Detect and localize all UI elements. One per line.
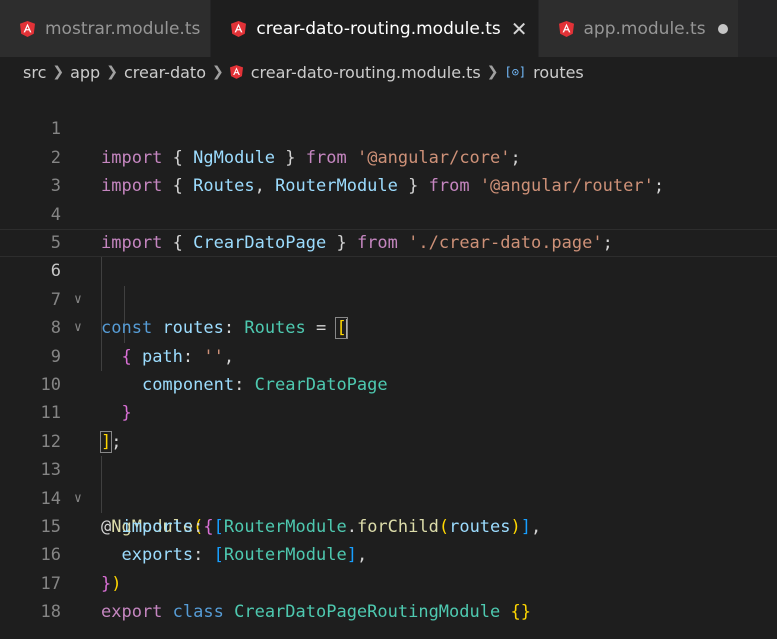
code-line: 2 import { Routes, RouterModule } from '…: [0, 115, 777, 196]
code-line: 14 imports: [RouterModule.forChild(route…: [0, 456, 777, 537]
breadcrumb-item-routes[interactable]: routes: [533, 63, 584, 82]
code-line: 9 component: CrearDatoPage: [0, 314, 777, 395]
code-line: 1 import { NgModule } from '@angular/cor…: [0, 87, 777, 167]
editor-tab-bar: mostrar.module.ts crear-dato-routing.mod…: [0, 0, 777, 57]
code-text: export class CrearDatoPageRoutingModule …: [101, 602, 531, 623]
code-line: 3: [0, 144, 777, 196]
code-line: 12: [0, 399, 777, 452]
code-line: 7 ∨ {: [0, 257, 777, 367]
tab-app-module[interactable]: app.module.ts: [538, 0, 739, 57]
code-line-current: 6 ∨ const routes: Routes = [: [0, 229, 777, 340]
code-line: 11 ];: [0, 371, 777, 453]
angular-icon: [231, 20, 247, 37]
code-editor[interactable]: 1 import { NgModule } from '@angular/cor…: [0, 87, 777, 639]
tab-label: mostrar.module.ts: [45, 18, 201, 39]
tab-mostrar-module[interactable]: mostrar.module.ts: [0, 0, 212, 57]
breadcrumb-item-crear-dato[interactable]: crear-dato: [124, 63, 206, 82]
code-line: 4 import { CrearDatoPage } from './crear…: [0, 172, 777, 253]
line-number: 18: [40, 602, 61, 623]
code-line: 10 }: [0, 343, 777, 423]
breadcrumb-item-app[interactable]: app: [70, 63, 100, 82]
breadcrumb-item-src[interactable]: src: [23, 63, 46, 82]
code-line: 15 exports: [RouterModule],: [0, 485, 777, 565]
close-icon[interactable]: ✕: [511, 19, 528, 39]
code-line: 16 }): [0, 513, 777, 593]
chevron-right-icon: ❯: [106, 64, 118, 80]
variable-symbol-icon: [⊙]: [504, 65, 527, 79]
code-line: 5: [0, 201, 777, 253]
code-line: 17 export class CrearDatoPageRoutingModu…: [0, 541, 777, 622]
vscode-window: mostrar.module.ts crear-dato-routing.mod…: [0, 0, 777, 639]
angular-icon: [229, 65, 243, 79]
tab-label: crear-dato-routing.module.ts: [256, 18, 501, 39]
code-line: 8 path: '',: [0, 286, 777, 366]
unsaved-dot-icon[interactable]: [717, 23, 728, 34]
code-line: 13 ∨ @NgModule({: [0, 428, 777, 537]
tab-label: app.module.ts: [583, 18, 706, 39]
angular-icon: [558, 20, 574, 37]
chevron-right-icon: ❯: [486, 64, 499, 80]
angular-icon: [20, 20, 35, 37]
tab-crear-dato-routing-module[interactable]: crear-dato-routing.module.ts ✕: [211, 0, 539, 57]
chevron-right-icon: ❯: [52, 64, 65, 80]
chevron-right-icon: ❯: [211, 64, 224, 80]
breadcrumb: src ❯ app ❯ crear-dato ❯ crear-dato-rout…: [0, 57, 777, 87]
breadcrumb-item-file[interactable]: crear-dato-routing.module.ts: [251, 63, 481, 82]
code-line: 18: [0, 570, 777, 622]
